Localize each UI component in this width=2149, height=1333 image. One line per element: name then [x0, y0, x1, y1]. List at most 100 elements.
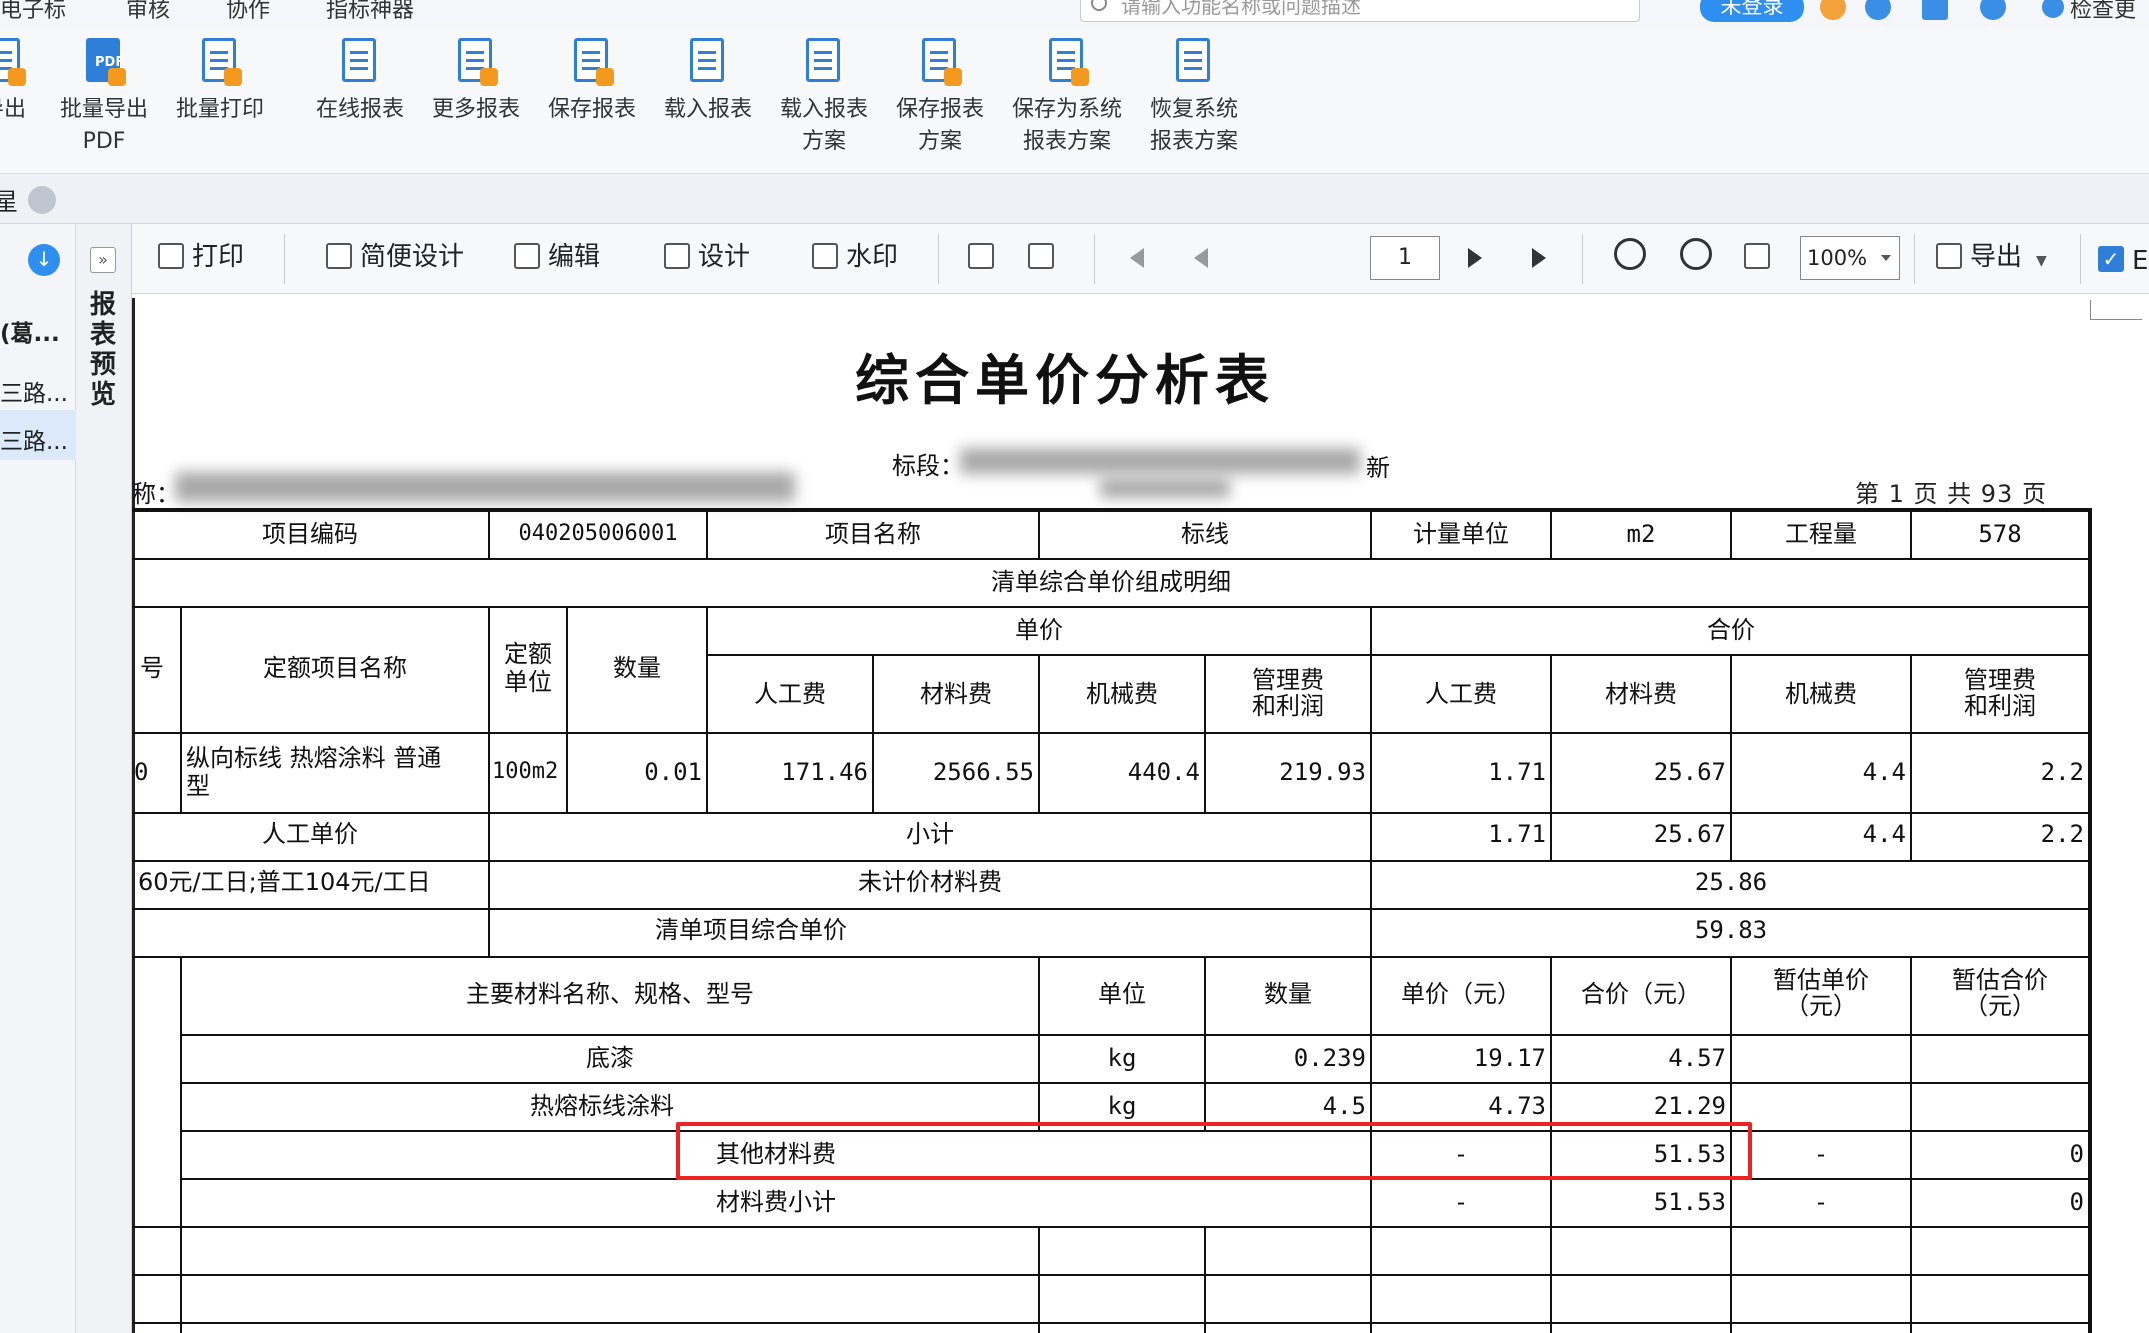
- first-page-icon[interactable]: [1130, 248, 1144, 268]
- download-icon[interactable]: ↓: [28, 244, 60, 276]
- grid-line: [1730, 1226, 1732, 1333]
- save-report-scheme-button[interactable]: 保存报表 方案: [896, 38, 984, 158]
- grid-line: [1550, 1226, 1552, 1333]
- project-tree-panel: ↓ (葛... 三路...: [0, 224, 76, 1333]
- subtotal-machine: 4.4: [1862, 820, 1906, 848]
- other-material-est-total: 0: [2069, 1140, 2084, 1168]
- print-button[interactable]: 打印: [158, 240, 244, 274]
- grid-line: [132, 558, 2090, 560]
- grid-line: [132, 732, 2090, 734]
- simple-design-label: 简便设计: [360, 242, 465, 272]
- report-title: 综合单价分析表: [855, 348, 1275, 412]
- double-page-icon: [1028, 243, 1054, 269]
- redacted-section-2: [1100, 478, 1230, 498]
- material-subtotal-est-total: 0: [2069, 1188, 2084, 1216]
- edit-button[interactable]: 编辑: [514, 240, 600, 274]
- save-report-button[interactable]: 保存报表: [548, 38, 636, 126]
- row-t-material: 25.67: [1653, 758, 1726, 786]
- menu-bar: 电子标 审核 协作 指标神器 请输入功能名称或问题描述 未登录 检查更: [0, 0, 2149, 26]
- subtotal-label: 小计: [906, 820, 954, 848]
- save-as-system-scheme-button[interactable]: 保存为系统 报表方案: [1012, 38, 1122, 158]
- design-button[interactable]: 设计: [664, 240, 750, 274]
- report-toolbar: 打印 简便设计 编辑 设计 水印 1 100% 导出 ▼ ✓ Excel分页: [132, 224, 2149, 294]
- next-page-icon[interactable]: [1468, 248, 1482, 268]
- page-corner-mark: [2090, 300, 2142, 320]
- plus-icon[interactable]: [2042, 0, 2064, 18]
- material-price: 4.73: [1488, 1092, 1546, 1120]
- report-preview-title: 报表预览: [89, 290, 116, 410]
- header-t-machine: 机械费: [1785, 680, 1857, 708]
- header-up-mgmt-2: 和利润: [1252, 692, 1324, 720]
- tree-item-road-1[interactable]: 三路...: [0, 374, 68, 408]
- material-qty: 0.239: [1293, 1044, 1366, 1072]
- export-excel-button[interactable]: 导出 el: [0, 38, 26, 158]
- tree-item-project[interactable]: (葛...: [0, 314, 60, 348]
- zoom-out-icon[interactable]: [1680, 238, 1712, 270]
- row-qty: 0.01: [644, 758, 702, 786]
- redacted-project-name: [175, 472, 795, 502]
- m-header-est-total-2: （元）: [1964, 992, 2036, 1020]
- last-page-icon[interactable]: [1532, 248, 1546, 268]
- menu-electronic-bid[interactable]: 电子标: [0, 0, 66, 24]
- save-system-scheme-icon: [1045, 38, 1089, 88]
- batch-export-pdf-button[interactable]: PDF 批量导出 PDF: [60, 38, 148, 158]
- tree-item-selected[interactable]: 三路...: [0, 410, 76, 460]
- header-up-labor: 人工费: [754, 680, 826, 708]
- check-update-link[interactable]: 检查更: [2070, 0, 2136, 24]
- fit-width-button[interactable]: [1744, 240, 1778, 274]
- zoom-select[interactable]: 100%: [1800, 236, 1900, 280]
- more-reports-button[interactable]: 更多报表: [432, 38, 520, 126]
- zoom-in-icon[interactable]: [1614, 238, 1646, 270]
- cell-qty-label: 工程量: [1785, 520, 1857, 548]
- m-header-price: 单价（元）: [1401, 980, 1521, 1008]
- labor-rate: 60元/工日;普工104元/工日: [138, 868, 431, 896]
- double-page-button[interactable]: [1028, 240, 1062, 274]
- ribbon-label: 保存报表: [896, 97, 985, 122]
- unpriced-value: 25.86: [1694, 868, 1768, 896]
- apps-grid-icon[interactable]: [1922, 0, 1948, 20]
- help-icon[interactable]: [1865, 0, 1891, 20]
- divider: [1094, 234, 1095, 284]
- export-button[interactable]: 导出 ▼: [1936, 240, 2047, 278]
- prev-page-icon[interactable]: [1194, 248, 1208, 268]
- section-tail: 新: [1366, 454, 1390, 482]
- restore-scheme-icon: [1172, 38, 1216, 88]
- redacted-section: [960, 448, 1360, 474]
- header-t-mgmt-1: 管理费: [1964, 666, 2036, 694]
- grid-line: [180, 1034, 2090, 1036]
- ribbon-label: 在线报表: [316, 97, 405, 122]
- grid-line: [1038, 654, 1040, 812]
- search-input[interactable]: 请输入功能名称或问题描述: [1080, 0, 1640, 22]
- excel-paging-checkbox[interactable]: ✓: [2098, 246, 2124, 272]
- ribbon-label: el: [0, 126, 26, 158]
- unpriced-label: 未计价材料费: [858, 868, 1002, 896]
- row-unit: 100m2: [492, 759, 559, 784]
- expand-icon[interactable]: »: [90, 247, 116, 273]
- other-material-est-price: -: [1813, 1140, 1829, 1168]
- cell-qty: 578: [1978, 520, 2022, 548]
- row-t-mgmt: 2.2: [2040, 758, 2084, 786]
- m-header-unit: 单位: [1098, 980, 1146, 1008]
- m-header-total: 合价（元）: [1581, 980, 1701, 1008]
- info-icon[interactable]: [1980, 0, 2006, 20]
- refresh-icon[interactable]: [1820, 0, 1846, 20]
- menu-collab[interactable]: 协作: [226, 0, 270, 24]
- simple-design-button[interactable]: 简便设计: [326, 240, 464, 274]
- single-page-button[interactable]: [968, 240, 1002, 274]
- online-report-button[interactable]: 在线报表: [316, 38, 404, 126]
- page-number-input[interactable]: 1: [1370, 236, 1440, 280]
- load-report-button[interactable]: 载入报表: [664, 38, 752, 126]
- detail-title: 清单综合单价组成明细: [991, 568, 1231, 596]
- load-report-scheme-button[interactable]: 载入报表 方案: [780, 38, 868, 158]
- watermark-button[interactable]: 水印: [812, 240, 898, 274]
- batch-print-button[interactable]: 批量打印: [176, 38, 264, 126]
- collapse-up-icon[interactable]: [28, 186, 56, 214]
- restore-system-scheme-button[interactable]: 恢复系统 报表方案: [1150, 38, 1238, 158]
- cell-name: 标线: [1181, 520, 1229, 548]
- row-no: 0: [134, 758, 149, 786]
- menu-index-tool[interactable]: 指标神器: [326, 0, 414, 24]
- m-header-est-price-1: 暂估单价: [1773, 966, 1869, 994]
- login-button[interactable]: 未登录: [1700, 0, 1804, 22]
- menu-review[interactable]: 审核: [126, 0, 170, 24]
- row-up-material: 2566.55: [932, 758, 1034, 786]
